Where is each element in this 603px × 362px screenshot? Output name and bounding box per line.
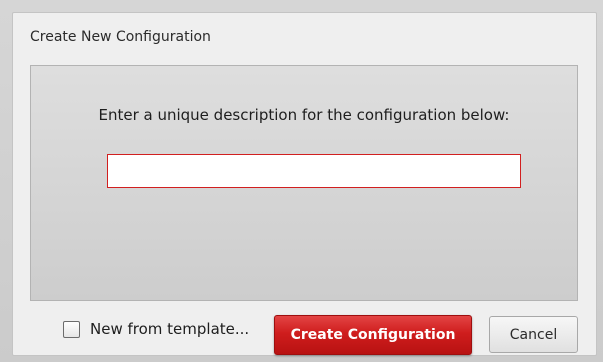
create-configuration-button[interactable]: Create Configuration (274, 315, 472, 355)
description-prompt: Enter a unique description for the confi… (98, 106, 510, 124)
create-configuration-button-label: Create Configuration (290, 327, 456, 343)
description-panel: Enter a unique description for the confi… (30, 65, 578, 301)
dialog-title: Create New Configuration (30, 29, 211, 45)
cancel-button-label: Cancel (509, 326, 558, 343)
cancel-button[interactable]: Cancel (489, 316, 578, 353)
new-from-template-option[interactable]: New from template... (63, 319, 249, 339)
window-backdrop: Create New Configuration Enter a unique … (0, 0, 603, 362)
create-configuration-dialog: Create New Configuration Enter a unique … (12, 12, 597, 356)
new-from-template-label: New from template... (90, 320, 250, 338)
new-from-template-checkbox[interactable] (63, 320, 80, 338)
description-input[interactable] (107, 154, 521, 188)
